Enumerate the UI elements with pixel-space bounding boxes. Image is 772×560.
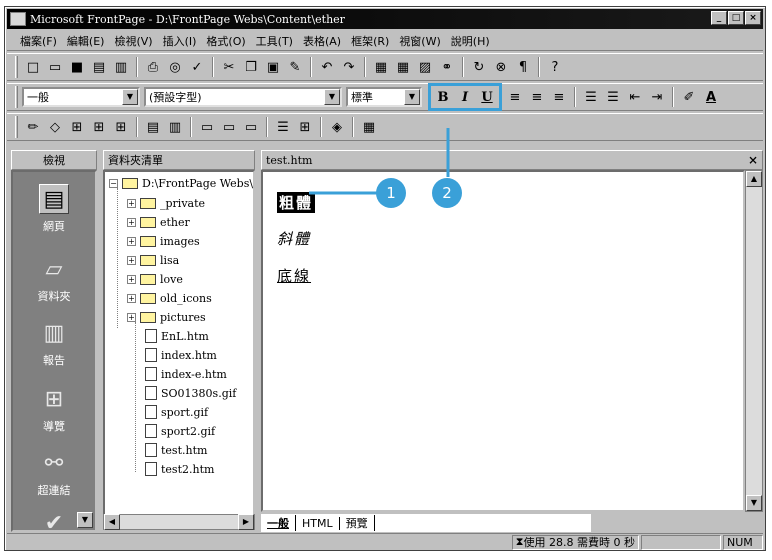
download-time-text: 使用 28.8 需費時 0 秒 (523, 536, 635, 549)
callout-lines (309, 128, 450, 195)
frontpage-window: Microsoft FrontPage - D:\FrontPage Webs\… (4, 6, 766, 551)
hourglass-icon: ⧗ (515, 535, 524, 548)
status-download-time: ⧗ 使用 28.8 需費時 0 秒 (511, 534, 639, 550)
callout-2-badge: 2 (432, 178, 462, 208)
status-empty-cell (641, 534, 721, 550)
tab-preview[interactable]: 預覽 (340, 515, 375, 531)
view-tabs: 一般 HTML 預覽 (261, 514, 591, 532)
callout-1-badge: 1 (376, 178, 406, 208)
status-num: NUM (723, 534, 763, 550)
tab-html[interactable]: HTML (296, 516, 340, 530)
tab-normal[interactable]: 一般 (261, 515, 296, 531)
status-bar: ⧗ 使用 28.8 需費時 0 秒 NUM (7, 533, 763, 550)
